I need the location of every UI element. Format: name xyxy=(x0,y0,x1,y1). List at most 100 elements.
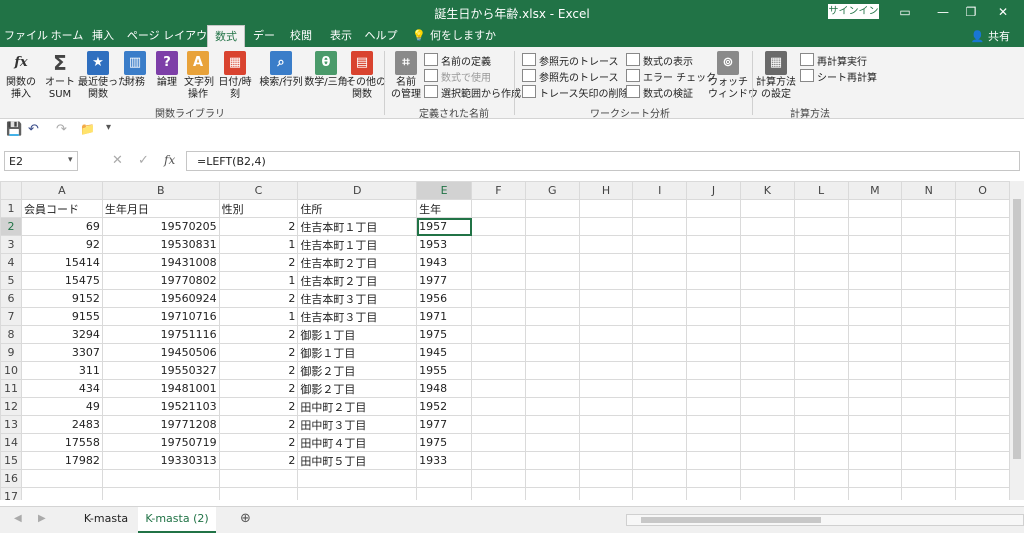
cell[interactable]: 2 xyxy=(218,217,299,236)
cell[interactable] xyxy=(524,379,580,398)
minimize-icon[interactable]: — xyxy=(934,4,952,20)
row-header[interactable]: 8 xyxy=(0,325,22,344)
cell[interactable] xyxy=(524,289,580,308)
cell[interactable] xyxy=(20,487,103,500)
cell[interactable] xyxy=(578,361,634,380)
cell[interactable] xyxy=(578,271,634,290)
cell[interactable]: 1975 xyxy=(416,433,473,452)
cell[interactable] xyxy=(471,397,526,416)
cell[interactable]: 性別 xyxy=(218,199,299,218)
cell[interactable] xyxy=(578,343,634,362)
cell[interactable] xyxy=(847,343,903,362)
cell[interactable] xyxy=(578,289,634,308)
cell[interactable] xyxy=(471,361,526,380)
tab-review[interactable]: 校閲 xyxy=(286,25,316,47)
cell[interactable] xyxy=(793,361,849,380)
calculate-sheet-button[interactable]: シート再計算 xyxy=(800,69,877,86)
cell[interactable]: 1975 xyxy=(416,325,473,344)
cell[interactable] xyxy=(578,433,634,452)
horizontal-scroll-thumb[interactable] xyxy=(641,517,821,523)
cell[interactable] xyxy=(955,433,1010,452)
cell[interactable] xyxy=(793,271,849,290)
cell[interactable] xyxy=(471,343,526,362)
name-manager-button[interactable]: ⌗ 名前 の管理 xyxy=(390,51,422,101)
cell[interactable] xyxy=(739,199,795,218)
cell[interactable]: 2 xyxy=(218,289,299,308)
cell[interactable]: 2 xyxy=(218,343,299,362)
cell[interactable] xyxy=(739,325,795,344)
row-header[interactable]: 15 xyxy=(0,451,22,470)
cell[interactable] xyxy=(847,253,903,272)
cell[interactable] xyxy=(847,433,903,452)
cell[interactable]: 19710716 xyxy=(101,307,220,326)
cell[interactable] xyxy=(955,343,1010,362)
cell[interactable] xyxy=(901,307,957,326)
formula-input[interactable]: =LEFT(B2,4) xyxy=(186,151,1020,171)
cell[interactable] xyxy=(632,307,688,326)
cell[interactable] xyxy=(632,469,688,488)
cell[interactable] xyxy=(847,361,903,380)
define-name-button[interactable]: 名前の定義 xyxy=(424,53,491,70)
cell[interactable] xyxy=(955,415,1010,434)
cell[interactable] xyxy=(632,271,688,290)
remove-arrows-button[interactable]: トレース矢印の削除 xyxy=(522,85,629,102)
cell[interactable] xyxy=(632,415,688,434)
cell[interactable]: 生年月日 xyxy=(101,199,220,218)
cell[interactable] xyxy=(901,433,957,452)
restore-icon[interactable]: ❐ xyxy=(962,4,980,20)
cell[interactable] xyxy=(955,199,1010,218)
cell[interactable] xyxy=(955,217,1010,236)
cell[interactable]: 1957 xyxy=(416,217,473,236)
cell[interactable] xyxy=(793,469,849,488)
vertical-scrollbar[interactable] xyxy=(1010,181,1024,500)
cell[interactable] xyxy=(901,217,957,236)
row-header[interactable]: 5 xyxy=(0,271,22,290)
cell[interactable]: 田中町４丁目 xyxy=(297,433,418,452)
cell[interactable] xyxy=(793,217,849,236)
tab-data[interactable]: データ xyxy=(248,25,280,64)
cell[interactable] xyxy=(101,487,220,500)
cell[interactable] xyxy=(793,379,849,398)
cell[interactable]: 2 xyxy=(218,379,299,398)
cell[interactable]: 生年 xyxy=(416,199,473,218)
column-header[interactable]: C xyxy=(218,181,299,200)
column-header[interactable]: L xyxy=(793,181,849,200)
cell[interactable] xyxy=(471,451,526,470)
tab-file[interactable]: ファイル xyxy=(4,25,48,47)
insert-function-button[interactable]: fx 関数の 挿入 xyxy=(4,51,38,101)
cell[interactable] xyxy=(847,235,903,254)
cell[interactable]: 3294 xyxy=(20,325,103,344)
cell[interactable] xyxy=(632,235,688,254)
logical-button[interactable]: ? 論理 xyxy=(154,51,180,89)
cell[interactable] xyxy=(739,217,795,236)
error-checking-button[interactable]: エラー チェック xyxy=(626,69,716,86)
cell[interactable] xyxy=(297,469,418,488)
cell[interactable]: 1 xyxy=(218,307,299,326)
cell[interactable] xyxy=(847,397,903,416)
cell[interactable] xyxy=(686,469,741,488)
cell[interactable] xyxy=(524,325,580,344)
cell[interactable] xyxy=(632,487,688,500)
cell[interactable] xyxy=(847,199,903,218)
share-button[interactable]: 👤 共有 xyxy=(971,28,1010,44)
cell[interactable]: 田中町２丁目 xyxy=(297,397,418,416)
tab-view[interactable]: 表示 xyxy=(326,25,356,47)
cell[interactable] xyxy=(847,325,903,344)
cell[interactable] xyxy=(471,253,526,272)
cell[interactable] xyxy=(793,235,849,254)
row-header[interactable]: 14 xyxy=(0,433,22,452)
math-button[interactable]: θ 数学/三角 xyxy=(304,51,348,89)
cell[interactable] xyxy=(471,235,526,254)
cell[interactable] xyxy=(416,487,473,500)
cell[interactable] xyxy=(793,487,849,500)
cell[interactable]: 311 xyxy=(20,361,103,380)
cell[interactable] xyxy=(739,397,795,416)
cell[interactable]: 御影２丁目 xyxy=(297,361,418,380)
cell[interactable] xyxy=(632,433,688,452)
cell[interactable] xyxy=(632,289,688,308)
cell[interactable] xyxy=(101,469,220,488)
cell[interactable] xyxy=(739,253,795,272)
cell[interactable] xyxy=(901,253,957,272)
cell[interactable] xyxy=(632,451,688,470)
cell[interactable] xyxy=(686,415,741,434)
